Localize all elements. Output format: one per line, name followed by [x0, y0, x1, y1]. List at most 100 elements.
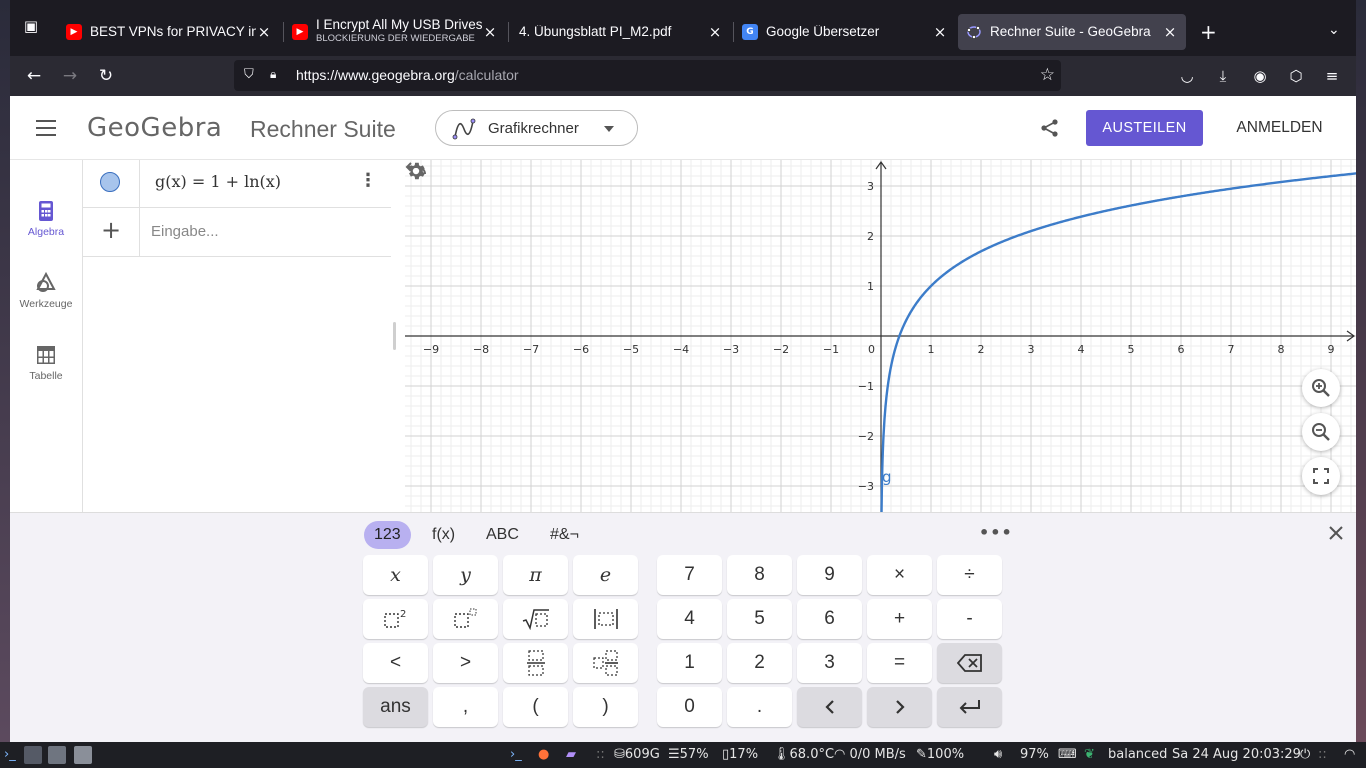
- zoom-out-button[interactable]: [1302, 413, 1340, 451]
- algebra-input[interactable]: Eingabe...: [151, 223, 219, 240]
- pocket-icon[interactable]: ◡: [1176, 65, 1198, 87]
- kb-tab-abc[interactable]: ABC: [476, 521, 529, 549]
- key-pi[interactable]: π: [503, 555, 568, 595]
- algebra-input-row[interactable]: + Eingabe...: [83, 208, 391, 257]
- key-e[interactable]: e: [573, 555, 638, 595]
- key-backspace[interactable]: [937, 643, 1002, 683]
- close-tab-icon[interactable]: ×: [482, 23, 498, 41]
- volume-icon[interactable]: 🔊︎: [994, 747, 1002, 763]
- downloads-icon[interactable]: ⤓: [1212, 65, 1234, 87]
- power-icon[interactable]: ⏻: [1300, 747, 1310, 763]
- key-sqrt[interactable]: [503, 599, 568, 639]
- function-label[interactable]: g: [882, 468, 892, 486]
- window-icon[interactable]: [74, 746, 92, 764]
- folder-icon[interactable]: ▰: [566, 747, 576, 763]
- account-icon[interactable]: ◉: [1249, 65, 1271, 87]
- key-cursor-right[interactable]: [867, 687, 932, 727]
- share-button[interactable]: AUSTEILEN: [1086, 110, 1203, 146]
- graphics-view[interactable]: −9 −8 −7 −6 −5 −4 −3 −2 −1 0 1 2 3 4 5 6 7 8 9 3 2 1 −1 −2 −3 g: [405, 160, 1356, 512]
- settings-gear-icon[interactable]: [405, 160, 427, 182]
- tab-translate[interactable]: G Google Übersetzer ×: [734, 14, 956, 50]
- visibility-toggle[interactable]: [100, 172, 120, 192]
- more-vertical-icon[interactable]: ⋮: [359, 172, 377, 192]
- key-less-than[interactable]: <: [363, 643, 428, 683]
- files-icon[interactable]: [48, 746, 66, 764]
- algebra-expression[interactable]: g(x) = 1 + ln(x): [155, 172, 281, 191]
- key-x[interactable]: x: [363, 555, 428, 595]
- close-tab-icon[interactable]: ×: [932, 23, 948, 41]
- close-tab-icon[interactable]: ×: [1162, 23, 1178, 41]
- key-power[interactable]: [433, 599, 498, 639]
- key-6[interactable]: 6: [797, 599, 862, 639]
- geogebra-logo[interactable]: GeoGebra: [87, 113, 222, 143]
- plus-icon[interactable]: +: [101, 218, 121, 242]
- key-ans[interactable]: ans: [363, 687, 428, 727]
- terminal-icon[interactable]: ›_: [4, 747, 16, 763]
- back-icon[interactable]: ←: [23, 65, 45, 87]
- panel-resize-handle[interactable]: [393, 322, 396, 350]
- wifi-icon[interactable]: ◠: [1344, 747, 1355, 763]
- key-enter[interactable]: [937, 687, 1002, 727]
- power-profile-icon[interactable]: ❦: [1084, 747, 1095, 763]
- new-tab-icon[interactable]: +: [1200, 22, 1217, 42]
- key-open-paren[interactable]: (: [503, 687, 568, 727]
- key-8[interactable]: 8: [727, 555, 792, 595]
- fullscreen-button[interactable]: [1302, 457, 1340, 495]
- algebra-row-g[interactable]: g(x) = 1 + ln(x) ⋮: [83, 160, 391, 208]
- key-plus[interactable]: +: [867, 599, 932, 639]
- tab-usb[interactable]: ▶ I Encrypt All My USB Drives BLOCKIERUN…: [284, 14, 506, 50]
- tab-vpn[interactable]: ▶ BEST VPNs for PRIVACY in 2 ×: [58, 14, 280, 50]
- key-divide[interactable]: ÷: [937, 555, 1002, 595]
- hamburger-menu-icon[interactable]: [36, 120, 56, 136]
- key-9[interactable]: 9: [797, 555, 862, 595]
- url-bar[interactable]: ⛉ 🔒︎ https://www.geogebra.org/calculator…: [234, 60, 1061, 91]
- app-launcher-icon[interactable]: [24, 746, 42, 764]
- more-horizontal-icon[interactable]: •••: [979, 523, 1013, 542]
- key-2[interactable]: 2: [727, 643, 792, 683]
- firefox-icon[interactable]: ●: [538, 747, 549, 763]
- key-comma[interactable]: ,: [433, 687, 498, 727]
- sidenav-item-algebra[interactable]: Algebra: [10, 200, 82, 238]
- function-curve-g[interactable]: [880, 172, 1356, 512]
- bookmark-star-icon[interactable]: ☆: [1040, 65, 1055, 85]
- graph-canvas[interactable]: −9 −8 −7 −6 −5 −4 −3 −2 −1 0 1 2 3 4 5 6 7 8 9 3 2 1 −1 −2 −3 g: [405, 160, 1356, 512]
- key-7[interactable]: 7: [657, 555, 722, 595]
- key-decimal[interactable]: .: [727, 687, 792, 727]
- list-all-tabs-icon[interactable]: ⌄: [1328, 22, 1340, 38]
- tracking-protection-icon[interactable]: ⛉: [244, 67, 260, 83]
- url-text[interactable]: https://www.geogebra.org/calculator: [296, 67, 519, 83]
- key-minus[interactable]: -: [937, 599, 1002, 639]
- reload-icon[interactable]: ↻: [95, 65, 117, 87]
- app-picker-dropdown[interactable]: Grafikrechner: [435, 110, 638, 146]
- keyboard-icon[interactable]: ⌨: [1058, 747, 1077, 763]
- close-tab-icon[interactable]: ×: [707, 23, 723, 41]
- kb-tab-functions[interactable]: f(x): [422, 521, 465, 549]
- close-tab-icon[interactable]: ×: [256, 23, 272, 41]
- login-button[interactable]: ANMELDEN: [1222, 110, 1337, 146]
- key-square[interactable]: 2: [363, 599, 428, 639]
- key-close-paren[interactable]: ): [573, 687, 638, 727]
- kb-tab-123[interactable]: 123: [364, 521, 411, 549]
- lock-icon[interactable]: 🔒︎: [270, 67, 286, 83]
- key-cursor-left[interactable]: [797, 687, 862, 727]
- extensions-icon[interactable]: ⬡: [1285, 65, 1307, 87]
- key-4[interactable]: 4: [657, 599, 722, 639]
- kb-tab-symbols[interactable]: #&¬: [540, 521, 589, 549]
- key-abs[interactable]: [573, 599, 638, 639]
- key-fraction[interactable]: [503, 643, 568, 683]
- key-multiply[interactable]: ×: [867, 555, 932, 595]
- key-equals[interactable]: =: [867, 643, 932, 683]
- menu-icon[interactable]: ≡: [1321, 65, 1343, 87]
- zoom-in-button[interactable]: [1302, 369, 1340, 407]
- clock[interactable]: Sa 24 Aug 20:03:29: [1172, 747, 1301, 763]
- key-3[interactable]: 3: [797, 643, 862, 683]
- share-icon[interactable]: [1040, 118, 1060, 138]
- terminal-icon[interactable]: ›_: [510, 747, 522, 763]
- key-5[interactable]: 5: [727, 599, 792, 639]
- key-y[interactable]: y: [433, 555, 498, 595]
- sidenav-item-tools[interactable]: Werkzeuge: [10, 272, 82, 310]
- key-1[interactable]: 1: [657, 643, 722, 683]
- firefox-view-icon[interactable]: ▣: [20, 15, 42, 37]
- sidenav-item-table[interactable]: Tabelle: [10, 344, 82, 382]
- close-icon[interactable]: [1326, 523, 1346, 543]
